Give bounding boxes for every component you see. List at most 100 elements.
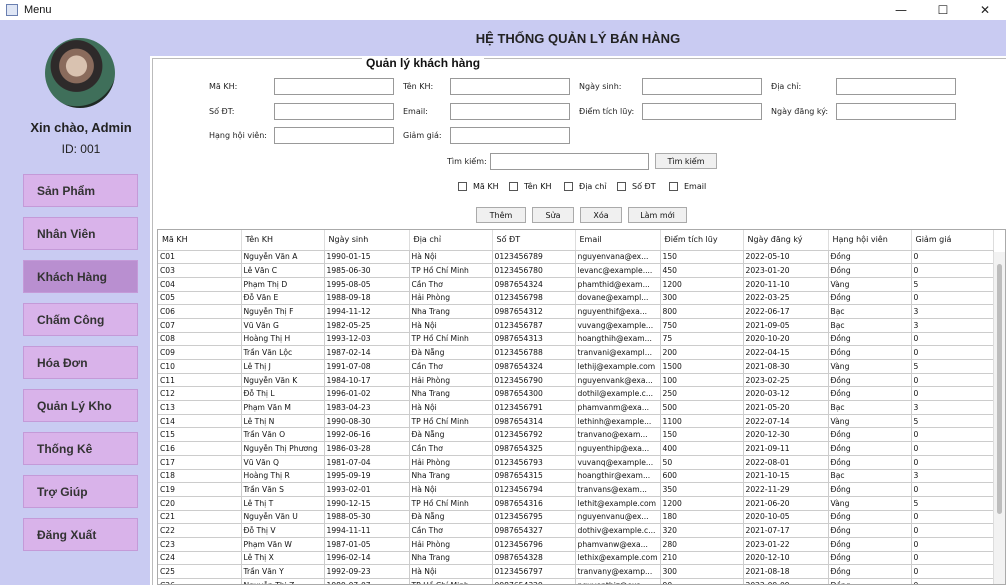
table-cell[interactable]: 0123456798 bbox=[492, 291, 576, 306]
table-cell[interactable]: 1994-11-11 bbox=[324, 523, 410, 538]
filter-ma-kh-checkbox[interactable]: Mã KH bbox=[458, 182, 499, 191]
table-cell[interactable]: Lê Thị T bbox=[241, 496, 325, 511]
table-cell[interactable]: 150 bbox=[660, 427, 744, 443]
table-cell[interactable]: 350 bbox=[660, 482, 744, 497]
table-cell[interactable]: Đồng bbox=[828, 482, 912, 497]
table-cell[interactable]: C05 bbox=[158, 291, 242, 306]
table-cell[interactable]: 1994-11-12 bbox=[324, 304, 410, 319]
table-cell[interactable]: dothil@example.c... bbox=[575, 386, 661, 402]
table-cell[interactable]: 2022-06-17 bbox=[743, 304, 829, 319]
table-row[interactable]: C08 Hoàng Thị H 1993-12-03 TP Hồ Chí Minh 09… bbox=[158, 332, 994, 347]
table-cell[interactable]: 3 bbox=[911, 469, 994, 484]
table-row[interactable]: C05 Đỗ Văn E 1988-09-18 Hải Phòng 0123456798… bbox=[158, 291, 994, 306]
ma-kh-field[interactable] bbox=[274, 78, 394, 95]
table-cell[interactable]: 210 bbox=[660, 551, 744, 566]
table-cell[interactable]: 0123456796 bbox=[492, 537, 576, 552]
table-cell[interactable]: 1983-04-23 bbox=[324, 400, 410, 415]
table-cell[interactable]: 5 bbox=[911, 496, 994, 511]
table-cell[interactable]: Nguyễn Thị F bbox=[241, 304, 325, 319]
table-cell[interactable]: Trần Văn S bbox=[241, 482, 325, 497]
sidebar-item-thong-ke[interactable]: Thống Kê bbox=[23, 432, 138, 465]
table-cell[interactable]: 2020-10-20 bbox=[743, 332, 829, 347]
table-cell[interactable]: lethix@example.com bbox=[575, 551, 661, 566]
table-cell[interactable]: 0 bbox=[911, 441, 994, 456]
table-cell[interactable]: nguyenthip@exa... bbox=[575, 441, 661, 456]
table-cell[interactable]: Cần Thơ bbox=[409, 277, 493, 292]
table-cell[interactable]: 2020-12-30 bbox=[743, 427, 829, 443]
table-row[interactable]: C10 Lê Thị J 1991-07-08 Cần Thơ 0987654324 le… bbox=[158, 359, 994, 374]
table-cell[interactable]: 0 bbox=[911, 482, 994, 497]
table-cell[interactable]: lethinh@example... bbox=[575, 414, 661, 429]
table-cell[interactable]: 1984-10-17 bbox=[324, 373, 410, 388]
table-cell[interactable]: 0 bbox=[911, 564, 994, 579]
table-row[interactable]: C13 Phạm Văn M 1983-04-23 Hà Nội 0123456791 p… bbox=[158, 400, 994, 415]
table-cell[interactable]: 0 bbox=[911, 523, 994, 538]
table-cell[interactable]: C20 bbox=[158, 496, 242, 511]
diem-tich-luy-field[interactable] bbox=[642, 103, 762, 120]
table-cell[interactable]: 2021-09-11 bbox=[743, 441, 829, 456]
table-row[interactable]: C06 Nguyễn Thị F 1994-11-12 Nha Trang 098765… bbox=[158, 304, 994, 319]
table-cell[interactable]: phamvanw@exa... bbox=[575, 537, 661, 552]
filter-dia-chi-checkbox[interactable]: Địa chỉ bbox=[564, 182, 607, 191]
table-cell[interactable]: 0 bbox=[911, 427, 994, 443]
table-cell[interactable]: C15 bbox=[158, 427, 242, 443]
table-cell[interactable]: lethit@example.com bbox=[575, 496, 661, 511]
sidebar-item-nhan-vien[interactable]: Nhân Viên bbox=[23, 217, 138, 250]
table-cell[interactable]: TP Hồ Chí Minh bbox=[409, 263, 493, 278]
table-row[interactable]: C25 Trần Văn Y 1992-09-23 Hà Nội 0123456797 t… bbox=[158, 564, 994, 579]
table-cell[interactable]: 2022-09-09 bbox=[743, 578, 829, 584]
table-cell[interactable]: C11 bbox=[158, 373, 242, 388]
table-cell[interactable]: 2020-11-10 bbox=[743, 277, 829, 292]
table-cell[interactable]: Đỗ Thị V bbox=[241, 523, 325, 538]
table-cell[interactable]: 0987654315 bbox=[492, 469, 576, 484]
search-input[interactable] bbox=[490, 153, 649, 170]
table-cell[interactable]: C21 bbox=[158, 510, 242, 525]
table-cell[interactable]: levanc@example.... bbox=[575, 263, 661, 278]
table-cell[interactable]: Bạc bbox=[828, 318, 912, 333]
table-cell[interactable]: Nha Trang bbox=[409, 304, 493, 319]
table-cell[interactable]: 450 bbox=[660, 263, 744, 278]
table-cell[interactable]: 2021-10-15 bbox=[743, 469, 829, 484]
table-cell[interactable]: C17 bbox=[158, 455, 242, 470]
table-cell[interactable]: Vàng bbox=[828, 496, 912, 511]
table-cell[interactable]: 2021-08-18 bbox=[743, 564, 829, 579]
table-cell[interactable]: TP Hồ Chí Minh bbox=[409, 578, 493, 584]
table-cell[interactable]: Đồng bbox=[828, 551, 912, 566]
table-cell[interactable]: 1981-07-04 bbox=[324, 455, 410, 470]
table-cell[interactable]: Nha Trang bbox=[409, 386, 493, 402]
table-cell[interactable]: 1993-12-03 bbox=[324, 332, 410, 347]
table-cell[interactable]: Lê Thị N bbox=[241, 414, 325, 429]
column-header[interactable]: Điểm tích lũy bbox=[660, 230, 744, 251]
table-cell[interactable]: 300 bbox=[660, 564, 744, 579]
table-cell[interactable]: Đồng bbox=[828, 373, 912, 388]
table-cell[interactable]: 2022-08-01 bbox=[743, 455, 829, 470]
table-cell[interactable]: 0 bbox=[911, 373, 994, 388]
table-row[interactable]: C01 Nguyễn Văn A 1990-01-15 Hà Nội 012345678… bbox=[158, 250, 994, 265]
table-cell[interactable]: Hà Nội bbox=[409, 482, 493, 497]
table-cell[interactable]: 1987-01-05 bbox=[324, 537, 410, 552]
table-cell[interactable]: 1500 bbox=[660, 359, 744, 374]
vertical-scrollbar[interactable] bbox=[993, 252, 1005, 584]
table-row[interactable]: C07 Vũ Văn G 1982-05-25 Hà Nội 0123456787 vuv… bbox=[158, 318, 994, 333]
table-cell[interactable]: 300 bbox=[660, 291, 744, 306]
table-cell[interactable]: 150 bbox=[660, 250, 744, 265]
table-cell[interactable]: 2021-06-20 bbox=[743, 496, 829, 511]
table-cell[interactable]: Lê Văn C bbox=[241, 263, 325, 278]
table-row[interactable]: C21 Nguyễn Văn U 1988-05-30 Đà Nẵng 01234567… bbox=[158, 510, 994, 525]
table-cell[interactable]: nguyenvana@ex... bbox=[575, 250, 661, 265]
maximize-icon[interactable]: ☐ bbox=[922, 0, 964, 20]
table-cell[interactable]: C19 bbox=[158, 482, 242, 497]
table-cell[interactable]: 2021-08-30 bbox=[743, 359, 829, 374]
table-cell[interactable]: dovane@exampl... bbox=[575, 291, 661, 306]
table-cell[interactable]: 0123456794 bbox=[492, 482, 576, 497]
so-dt-field[interactable] bbox=[274, 103, 394, 120]
table-cell[interactable]: Hải Phòng bbox=[409, 291, 493, 306]
table-cell[interactable]: Cần Thơ bbox=[409, 359, 493, 374]
table-cell[interactable]: C18 bbox=[158, 469, 242, 484]
table-cell[interactable]: 1985-06-30 bbox=[324, 263, 410, 278]
table-cell[interactable]: C16 bbox=[158, 441, 242, 456]
table-cell[interactable]: Đồng bbox=[828, 578, 912, 584]
table-cell[interactable]: 1995-09-19 bbox=[324, 469, 410, 484]
table-cell[interactable]: 1990-08-30 bbox=[324, 414, 410, 429]
table-cell[interactable]: Nha Trang bbox=[409, 469, 493, 484]
